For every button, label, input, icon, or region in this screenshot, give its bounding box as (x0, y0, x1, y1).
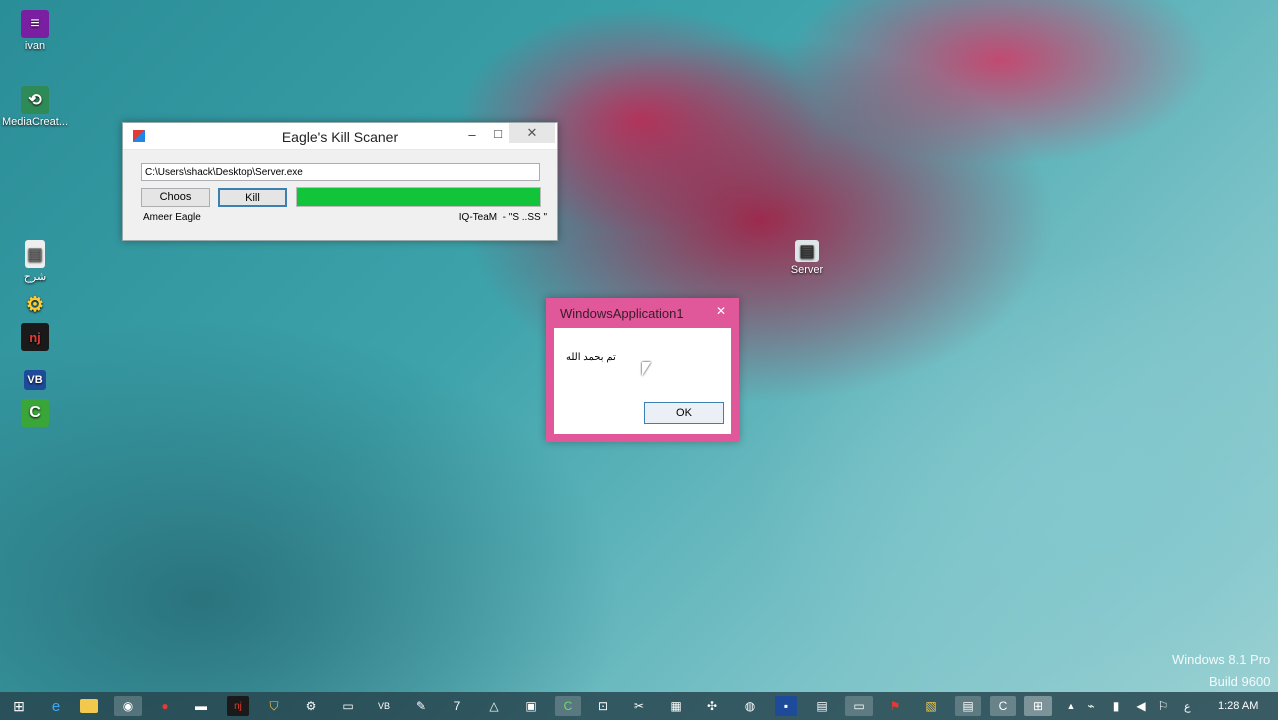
media-creation-icon: ⟲ (21, 86, 49, 114)
seven-icon[interactable]: 7 (446, 696, 468, 716)
volume-icon[interactable]: ◀ (1130, 696, 1152, 716)
close-button[interactable]: ✕ (509, 123, 555, 143)
kill-scaner-taskbar-icon[interactable]: ⊞ (1024, 696, 1052, 716)
team-label: IQ-TeaM - "S ..SS " (458, 212, 547, 223)
document-icon: ▤ (25, 240, 45, 268)
window-list-icon[interactable]: ▭ (337, 696, 359, 716)
choose-button[interactable]: Choos (141, 188, 210, 207)
minimize-button[interactable]: – (459, 125, 485, 145)
application-running-icon[interactable]: ▭ (845, 696, 873, 716)
dialog-message: تم بحمد الله (566, 352, 616, 363)
os-watermark-line2: Build 9600 (1209, 674, 1271, 689)
blue-app-icon[interactable]: ▪ (775, 696, 797, 716)
nj-taskbar-icon[interactable]: nj (227, 696, 249, 716)
battery-icon[interactable]: ▮ (1105, 696, 1127, 716)
pen-icon[interactable]: ✎ (410, 696, 432, 716)
gears-icon: ⚙ (26, 293, 44, 316)
chart-app-icon[interactable]: ▦ (665, 696, 687, 716)
mouse-cursor-icon (642, 362, 651, 376)
chrome-icon[interactable]: ◉ (114, 696, 142, 716)
desktop-icon-server[interactable]: ▤ Server (772, 240, 842, 276)
puzzle-icon[interactable]: ✣ (701, 696, 723, 716)
progress-fill (297, 188, 540, 206)
eraser-icon[interactable]: ✂ (628, 696, 650, 716)
flag-icon[interactable]: ⚑ (884, 696, 906, 716)
desktop-icon-gears[interactable]: ⚙ (0, 290, 70, 320)
camtasia-recorder-icon[interactable]: C (990, 696, 1016, 716)
camtasia-icon: C (21, 399, 49, 427)
desktop-icon-vb[interactable]: VB (0, 370, 70, 392)
monitor-icon[interactable]: ▣ (520, 696, 542, 716)
desktop-icon-label: MediaCreat... (1, 116, 69, 128)
author-label: Ameer Eagle (143, 212, 201, 223)
internet-explorer-icon[interactable]: e (45, 696, 67, 716)
vb-taskbar-icon[interactable]: VB (373, 696, 395, 716)
action-center-icon[interactable]: ⚐ (1152, 696, 1174, 716)
path-input[interactable]: C:\Users\shack\Desktop\Server.exe (141, 163, 540, 181)
dialog-close-button[interactable]: ✕ (709, 302, 733, 320)
film-icon[interactable]: ▤ (811, 696, 833, 716)
shield-icon[interactable]: ⛉ (263, 696, 285, 716)
dialog-title[interactable]: WindowsApplication1 (560, 306, 684, 321)
language-indicator[interactable]: ع (1184, 700, 1191, 713)
desktop-icon-label: شرح (23, 271, 47, 283)
clock[interactable]: 1:28 AM (1218, 700, 1258, 712)
taskbar: ⊞ e ◉ ● ▬ nj ⛉ ⚙ ▭ VB ✎ 7 △ ▣ C ⊡ ✂ ▦ ✣ … (0, 692, 1278, 720)
notepad-icon[interactable]: ▤ (955, 696, 981, 716)
eagles-kill-scaner-window: Eagle's Kill Scaner – □ ✕ C:\Users\shack… (122, 122, 558, 241)
nj-app-icon: nj (21, 323, 49, 351)
settings-taskbar-icon[interactable]: ⚙ (300, 696, 322, 716)
kill-button[interactable]: Kill (218, 188, 287, 207)
network-icon[interactable]: ⌁ (1080, 696, 1102, 716)
message-dialog: WindowsApplication1 ✕ تم بحمد الله OK (546, 298, 739, 442)
desktop-icon-mediacreation[interactable]: ⟲ MediaCreat... (0, 86, 70, 128)
scan-progress-bar (296, 187, 541, 207)
server-exe-icon: ▤ (795, 240, 819, 262)
desktop-icon-sharh[interactable]: ▤ شرح (0, 240, 70, 283)
tray-overflow-icon[interactable]: ▲ (1060, 696, 1082, 716)
dialog-body: تم بحمد الله OK (554, 328, 731, 434)
file-explorer-icon[interactable] (80, 699, 98, 713)
record-icon[interactable]: ● (154, 696, 176, 716)
winrar-icon: ≡ (21, 10, 49, 38)
camtasia-taskbar-icon[interactable]: C (555, 696, 581, 716)
desktop-icon-nj[interactable]: nj (0, 323, 70, 353)
camera-icon[interactable]: ⊡ (592, 696, 614, 716)
windows-logo-icon[interactable]: ⊞ (8, 696, 30, 716)
visual-basic-icon: VB (24, 370, 46, 390)
media-icon[interactable]: ▬ (190, 696, 212, 716)
title-bar[interactable]: Eagle's Kill Scaner – □ ✕ (123, 123, 557, 150)
ok-button[interactable]: OK (644, 402, 724, 424)
maximize-button[interactable]: □ (485, 124, 511, 144)
package-icon[interactable]: ▧ (920, 696, 942, 716)
globe-icon[interactable]: ◍ (739, 696, 761, 716)
desktop-icon-ivan[interactable]: ≡ ivan (0, 10, 70, 52)
desktop-icon-label: ivan (24, 40, 46, 52)
os-watermark-line1: Windows 8.1 Pro (1172, 652, 1271, 667)
desktop-icon-camtasia[interactable]: C (0, 399, 70, 429)
triangle-app-icon[interactable]: △ (483, 696, 505, 716)
desktop-icon-label: Server (790, 264, 824, 276)
